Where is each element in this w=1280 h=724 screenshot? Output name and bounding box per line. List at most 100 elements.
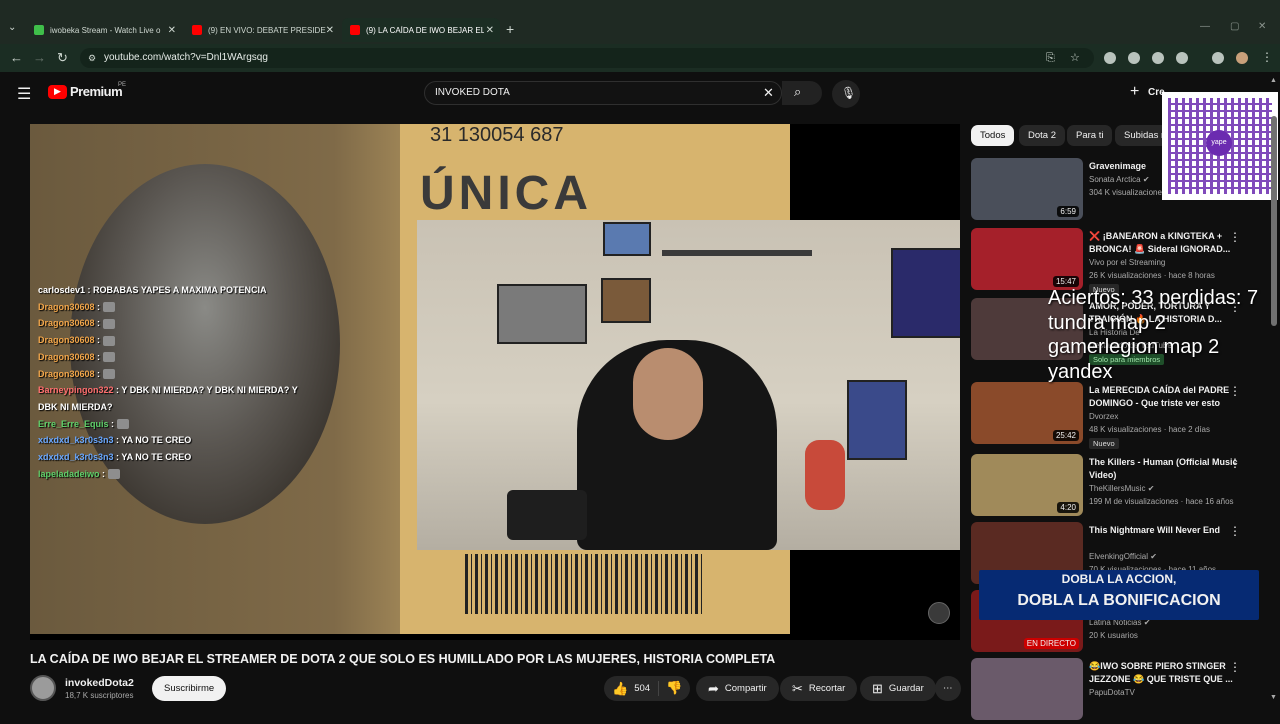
video-options-icon[interactable]: ⋮ (1229, 456, 1241, 470)
install-icon[interactable]: ⎘ (1046, 48, 1055, 68)
channel-avatar[interactable] (30, 675, 56, 701)
save-button[interactable]: ⊞ Guardar (860, 676, 936, 701)
recommended-channel[interactable]: TheKillersMusic ✔ (1089, 484, 1154, 493)
video-title: LA CAÍDA DE IWO BEJAR EL STREAMER DE DOT… (30, 652, 776, 666)
search-input[interactable]: INVOKED DOTA ✕ (424, 81, 782, 105)
close-window-icon[interactable]: ✕ (1258, 21, 1266, 32)
poster (603, 222, 651, 256)
poster (847, 380, 907, 460)
recommended-video-title[interactable]: The Killers - Human (Official Music Vide… (1089, 456, 1239, 482)
stats-line: gamerlegion map 2 (1048, 336, 1220, 358)
recommended-video-title[interactable]: ❌ ¡BANEARON a KINGTEKA + BRONCA! 🚨 Sider… (1089, 230, 1239, 256)
scroll-up-icon[interactable]: ▲ (1270, 77, 1277, 84)
recommended-video-title[interactable]: La MERECIDA CAÍDA del PADRE DOMINGO - Qu… (1089, 384, 1239, 410)
scroll-down-icon[interactable]: ▼ (1270, 694, 1277, 701)
share-button[interactable]: ➦ Compartir (696, 676, 779, 701)
video-thumbnail[interactable]: 4:20 (971, 454, 1083, 516)
recommended-channel[interactable]: ElvenkingOfficial ✔ (1089, 552, 1157, 561)
video-player[interactable]: 31 130054 687 ÚNICA carlosdev1 : ROBABAS… (30, 124, 960, 640)
kick-icon (34, 25, 44, 35)
chat-emote-icon (102, 302, 115, 313)
profile-avatar[interactable] (1236, 52, 1248, 64)
recommended-video-title[interactable]: This Nightmare Will Never End (1089, 524, 1239, 537)
url-field[interactable]: ⚙ youtube.com/watch?v=Dnl1WArgsqg ⎘ ☆ (80, 48, 1094, 68)
tab-title: (9) LA CAÍDA DE IWO BEJAR EL (366, 25, 484, 35)
stats-line: Aciertos: 33 perdidas: 7 (1048, 287, 1259, 309)
recommended-video-title[interactable]: 😂IWO SOBRE PIERO STINGER JEZZONE 😂 QUE T… (1089, 660, 1239, 686)
like-count[interactable]: 504 (634, 683, 650, 694)
chat-username: Dragon30608 (38, 301, 95, 312)
chat-username: Dragon30608 (38, 351, 95, 362)
chat-message: DBK NI MIERDA? (30, 399, 290, 416)
video-options-icon[interactable]: ⋮ (1229, 660, 1241, 674)
maximize-icon[interactable]: ▢ (1230, 21, 1239, 32)
site-info-icon[interactable]: ⚙ (88, 48, 96, 68)
chat-text: DBK NI MIERDA? (38, 401, 113, 412)
youtube-logo-icon[interactable]: ▶ (48, 85, 67, 99)
streamer-webcam (417, 220, 960, 550)
channel-watermark[interactable] (928, 602, 950, 624)
clear-search-icon[interactable]: ✕ (763, 82, 774, 104)
chip-all[interactable]: Todos (971, 125, 1015, 146)
chat-emote-icon (116, 419, 129, 430)
duration-badge: 4:20 (1057, 502, 1079, 513)
video-options-icon[interactable]: ⋮ (1229, 230, 1241, 244)
search-button[interactable]: ⌕ (782, 81, 822, 105)
tab-list-icon[interactable]: ⌄ (8, 22, 16, 33)
sidebar-scrollbar[interactable] (1271, 116, 1277, 326)
close-tab-icon[interactable]: ✕ (168, 25, 176, 36)
poster (891, 248, 960, 338)
hamburger-menu-icon[interactable]: ☰ (17, 84, 31, 104)
chip-filter[interactable]: Dota 2 (1019, 125, 1065, 146)
extension-icon[interactable] (1152, 52, 1164, 64)
create-icon[interactable]: + (1130, 83, 1139, 101)
video-thumbnail[interactable]: 25:42 (971, 382, 1083, 444)
recommended-channel[interactable]: PapuDotaTV (1089, 688, 1135, 697)
recommended-channel[interactable]: Sonata Arctica ✔ (1089, 175, 1150, 184)
tab-debate[interactable]: (9) EN VIVO: DEBATE PRESIDEN ✕ (184, 18, 340, 42)
media-icon[interactable] (1212, 52, 1224, 64)
video-thumbnail[interactable]: 6:59 (971, 158, 1083, 220)
like-dislike-group: 👍 504 👎 (604, 676, 690, 701)
youtube-premium-logo[interactable]: Premium (70, 84, 123, 99)
chat-username: Dragon30608 (38, 368, 95, 379)
recommended-channel[interactable]: Dvorzex (1089, 412, 1118, 421)
close-tab-icon[interactable]: ✕ (486, 25, 494, 36)
chat-message: Barneypingon322 : Y DBK NI MIERDA? Y DBK… (38, 385, 298, 396)
voice-search-button[interactable]: 🎙 (832, 80, 860, 108)
recommended-channel[interactable]: Vivo por el Streaming (1089, 258, 1165, 267)
forward-icon[interactable]: → (33, 50, 46, 65)
recommended-video[interactable]: 4:20 The Killers - Human (Official Music … (971, 454, 1271, 520)
video-options-icon[interactable]: ⋮ (1229, 524, 1241, 538)
video-options-icon[interactable]: ⋮ (1229, 384, 1241, 398)
browser-menu-icon[interactable]: ⋮ (1261, 50, 1273, 64)
chat-text: YA NO TE CREO (121, 435, 192, 446)
channel-name-text: ElvenkingOfficial (1089, 552, 1148, 561)
new-tab-icon[interactable]: + (506, 21, 514, 37)
verified-icon: ✔ (1140, 175, 1150, 184)
extension-icon[interactable] (1128, 52, 1140, 64)
tab-current-video[interactable]: (9) LA CAÍDA DE IWO BEJAR EL ✕ (342, 18, 500, 42)
video-thumbnail[interactable] (971, 658, 1083, 720)
recommended-video[interactable]: 😂IWO SOBRE PIERO STINGER JEZZONE 😂 QUE T… (971, 658, 1271, 724)
tab-iwobeka[interactable]: iwobeka Stream - Watch Live o ✕ (26, 18, 182, 42)
bookmark-star-icon[interactable]: ☆ (1070, 48, 1080, 68)
close-tab-icon[interactable]: ✕ (326, 25, 334, 36)
chat-message: Dragon30608 : (30, 299, 290, 316)
recommended-video[interactable]: 15:47 ❌ ¡BANEARON a KINGTEKA + BRONCA! 🚨 … (971, 228, 1271, 295)
recommended-video[interactable]: 25:42 La MERECIDA CAÍDA del PADRE DOMINGO… (971, 382, 1271, 449)
thumbs-down-icon[interactable]: 👎 (666, 680, 682, 696)
chip-filter[interactable]: Para ti (1067, 125, 1113, 146)
extension-icon[interactable] (1104, 52, 1116, 64)
chat-username: Dragon30608 (38, 318, 95, 329)
thumbs-up-icon[interactable]: 👍 (612, 681, 628, 697)
more-actions-button[interactable]: ⋯ (935, 676, 961, 701)
channel-name[interactable]: invokedDota2 (65, 677, 134, 689)
clip-button[interactable]: ✂ Recortar (780, 676, 858, 701)
minimize-icon[interactable]: — (1200, 21, 1210, 32)
subscribe-button[interactable]: Suscribirme (152, 676, 227, 701)
reload-icon[interactable]: ↻ (57, 50, 68, 66)
extensions-puzzle-icon[interactable] (1176, 52, 1188, 64)
back-icon[interactable]: ← (10, 50, 23, 65)
video-thumbnail[interactable]: 15:47 (971, 228, 1083, 290)
